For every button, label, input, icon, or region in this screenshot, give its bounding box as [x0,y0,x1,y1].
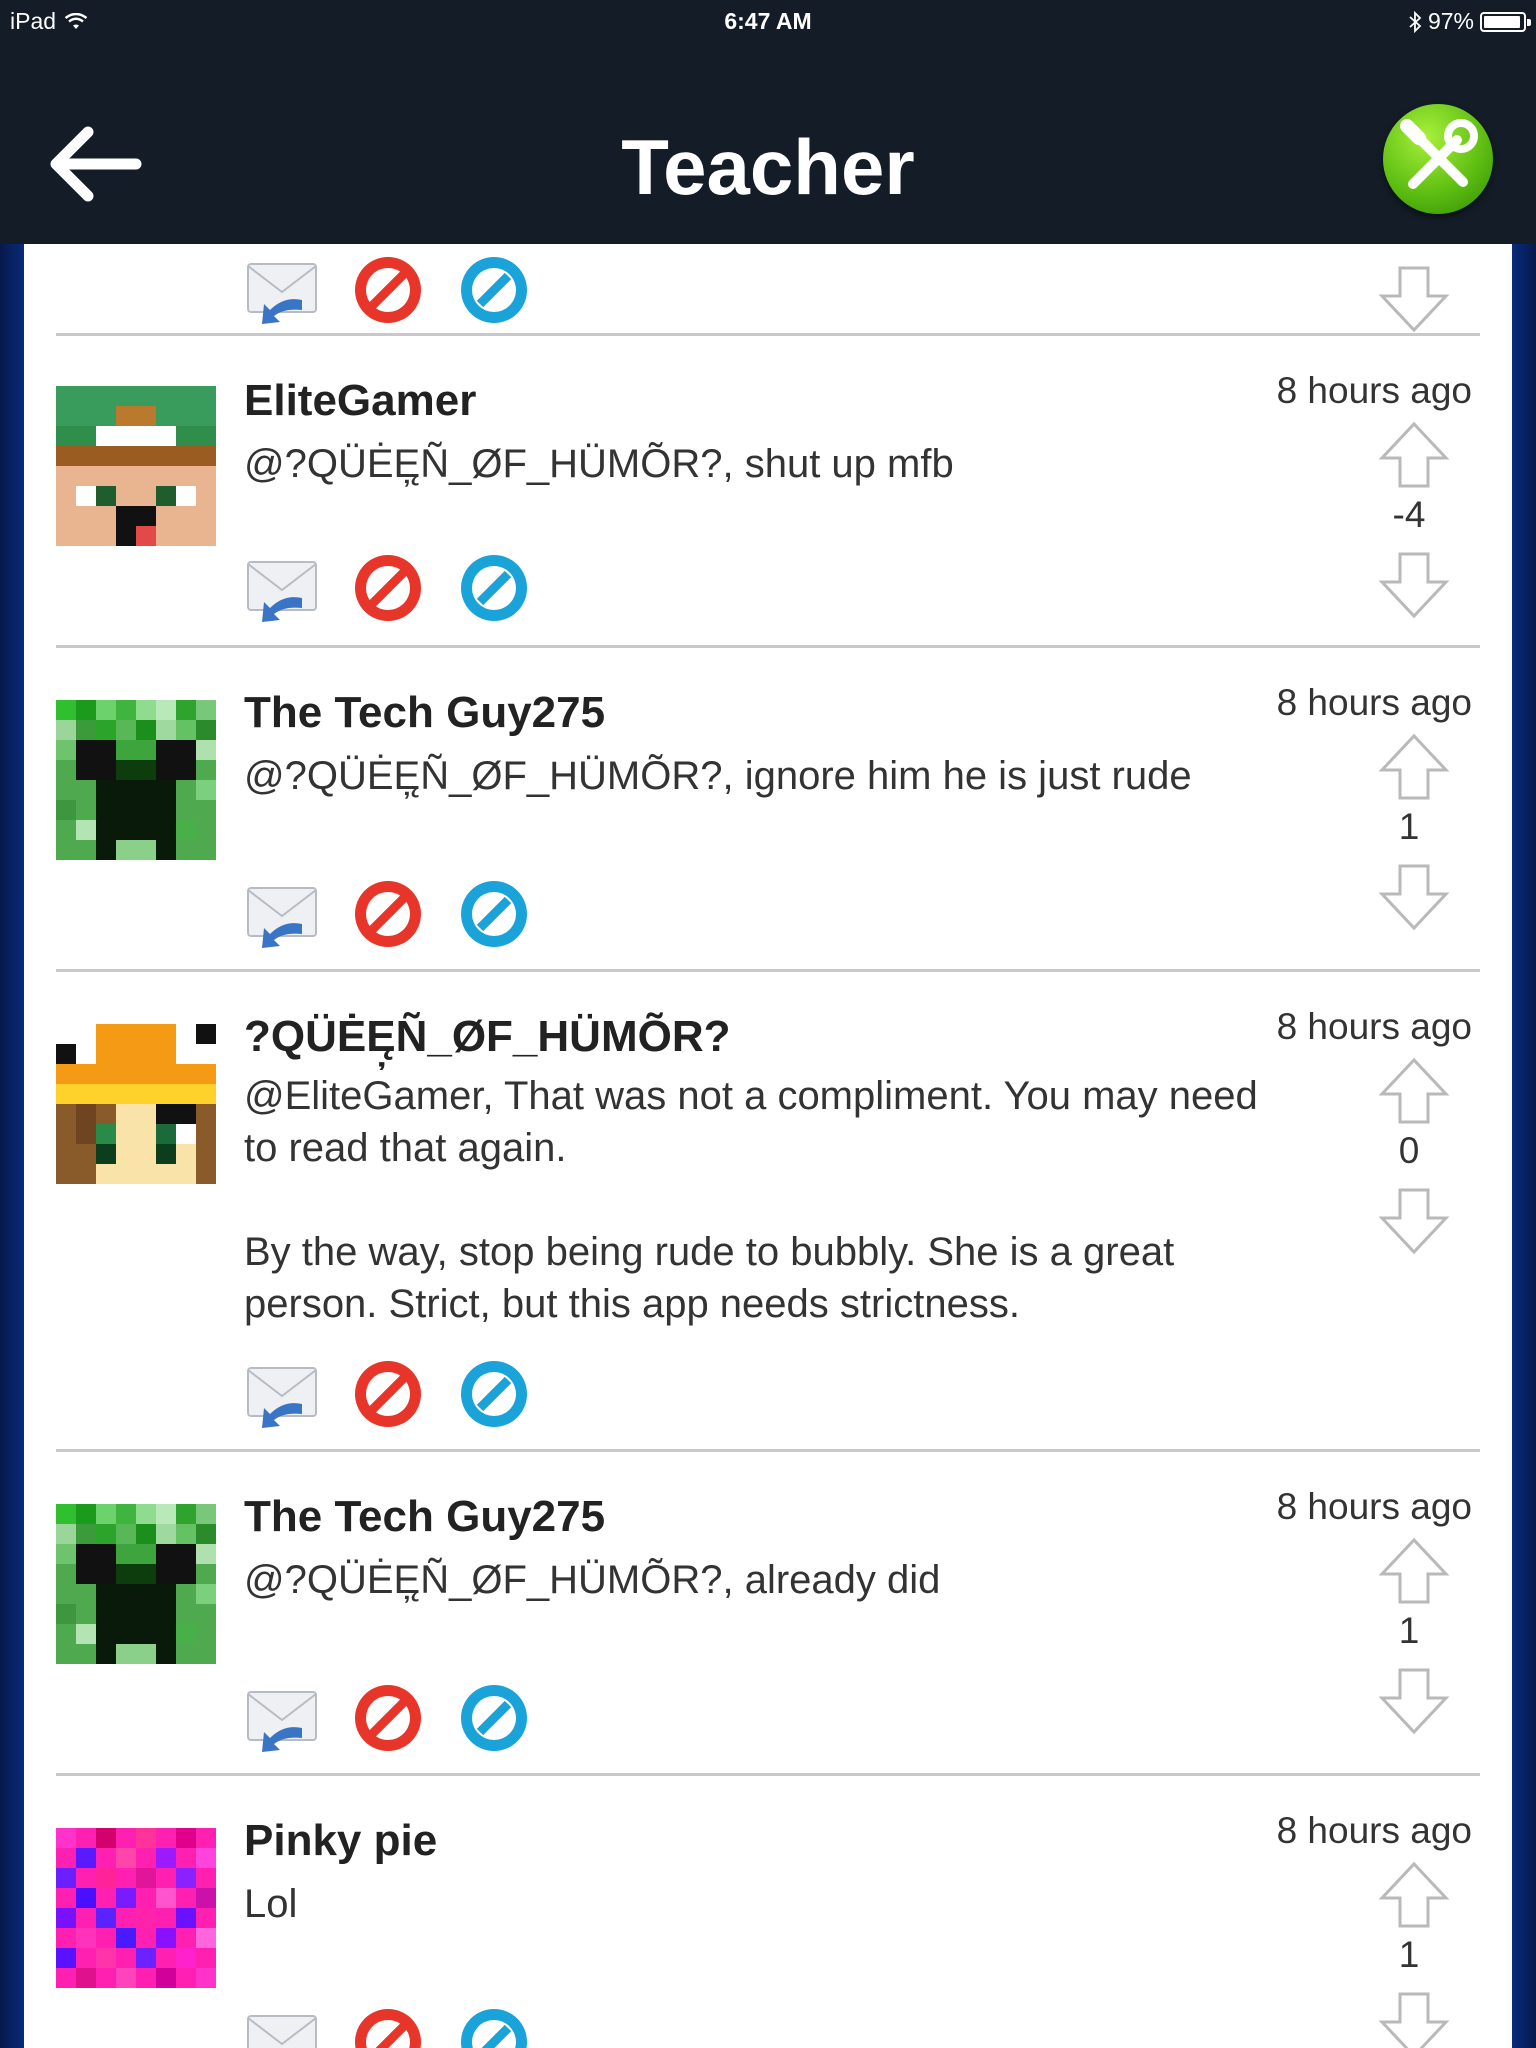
status-bar: iPad 6:47 AM 97% [0,0,1536,44]
comment-text: @?QÜĖĘ̦Ñ_ØF_HÜMÕR?, shut up mfb [244,442,954,486]
flag-icon[interactable] [350,2004,426,2048]
upvote-arrow-icon[interactable] [1376,1536,1452,1606]
downvote-arrow-icon[interactable] [1376,550,1452,620]
avatar [56,386,216,546]
avatar [56,1024,216,1184]
vote-score: 1 [1398,1934,1420,1975]
comment-actions [244,1680,532,1756]
block-icon[interactable] [456,252,532,328]
comment-item: ?QÜĖĘ̦Ñ_ØF_HÜMÕR? @EliteGamer, That was … [56,972,1480,1452]
bluetooth-icon [1409,10,1422,33]
avatar [56,700,216,860]
block-icon[interactable] [456,550,532,626]
upvote-arrow-icon[interactable] [1376,420,1452,490]
downvote-arrow-icon[interactable] [1376,264,1452,334]
flag-icon[interactable] [350,876,426,952]
avatar [56,1828,216,1988]
comment-actions [244,252,532,328]
tools-button[interactable] [1383,104,1493,214]
flag-icon[interactable] [350,1356,426,1432]
comment-item: Pinky pie Lol 8 hours ago 1 [56,1776,1480,2048]
reply-mail-icon[interactable] [244,876,320,952]
block-icon[interactable] [456,2004,532,2048]
comment-timestamp: 8 hours ago [1276,1486,1472,1527]
comment-list[interactable]: EliteGamer @?QÜĖĘ̦Ñ_ØF_HÜMÕR?, shut up m… [24,244,1512,2048]
block-icon[interactable] [456,1356,532,1432]
comment-timestamp: 8 hours ago [1276,682,1472,723]
comment-username[interactable]: EliteGamer [244,376,476,426]
flag-icon[interactable] [350,550,426,626]
comment-partial [56,244,1480,336]
comment-text: @EliteGamer, That was not a compliment. … [244,1074,1258,1326]
comment-actions [244,2004,532,2048]
comment-item: EliteGamer @?QÜĖĘ̦Ñ_ØF_HÜMÕR?, shut up m… [56,336,1480,648]
comment-timestamp: 8 hours ago [1276,1006,1472,1047]
reply-mail-icon[interactable] [244,252,320,328]
navigation-bar: Teacher [0,44,1536,244]
battery-percent: 97% [1427,8,1474,34]
flag-icon[interactable] [350,1680,426,1756]
downvote-arrow-icon[interactable] [1376,1186,1452,1256]
comment-text: @?QÜĖĘ̦Ñ_ØF_HÜMÕR?, ignore him he is jus… [244,754,1192,798]
comment-timestamp: 8 hours ago [1276,1810,1472,1851]
vote-score: 1 [1398,806,1420,847]
avatar [56,1504,216,1664]
comment-actions [244,1356,532,1432]
comment-item: The Tech Guy275 @?QÜĖĘ̦Ñ_ØF_HÜMÕR?, alre… [56,1452,1480,1776]
vote-score: 1 [1398,1610,1420,1651]
upvote-arrow-icon[interactable] [1376,1860,1452,1930]
battery-icon [1480,11,1531,32]
flag-icon[interactable] [350,252,426,328]
comment-timestamp: 8 hours ago [1276,370,1472,411]
wrench-screwdriver-icon [1400,119,1478,189]
vote-score: 0 [1398,1130,1420,1171]
comment-item: The Tech Guy275 @?QÜĖĘ̦Ñ_ØF_HÜMÕR?, igno… [56,648,1480,972]
comment-text: @?QÜĖĘ̦Ñ_ØF_HÜMÕR?, already did [244,1558,941,1602]
vote-score: -4 [1392,494,1426,535]
block-icon[interactable] [456,1680,532,1756]
comment-username[interactable]: ?QÜĖĘ̦Ñ_ØF_HÜMÕR? [244,1012,730,1062]
upvote-arrow-icon[interactable] [1376,1056,1452,1126]
reply-mail-icon[interactable] [244,2004,320,2048]
block-icon[interactable] [456,876,532,952]
downvote-arrow-icon[interactable] [1376,1666,1452,1736]
reply-mail-icon[interactable] [244,1680,320,1756]
comment-actions [244,550,532,626]
comment-text: Lol [244,1882,298,1926]
reply-mail-icon[interactable] [244,550,320,626]
downvote-arrow-icon[interactable] [1376,1990,1452,2048]
comment-username[interactable]: The Tech Guy275 [244,688,605,738]
upvote-arrow-icon[interactable] [1376,732,1452,802]
page-title: Teacher [621,123,915,211]
comment-username[interactable]: The Tech Guy275 [244,1492,605,1542]
status-time: 6:47 AM [724,8,812,34]
status-right: 97% [1408,8,1531,35]
reply-mail-icon[interactable] [244,1356,320,1432]
comment-username[interactable]: Pinky pie [244,1816,437,1866]
comment-actions [244,876,532,952]
downvote-arrow-icon[interactable] [1376,862,1452,932]
